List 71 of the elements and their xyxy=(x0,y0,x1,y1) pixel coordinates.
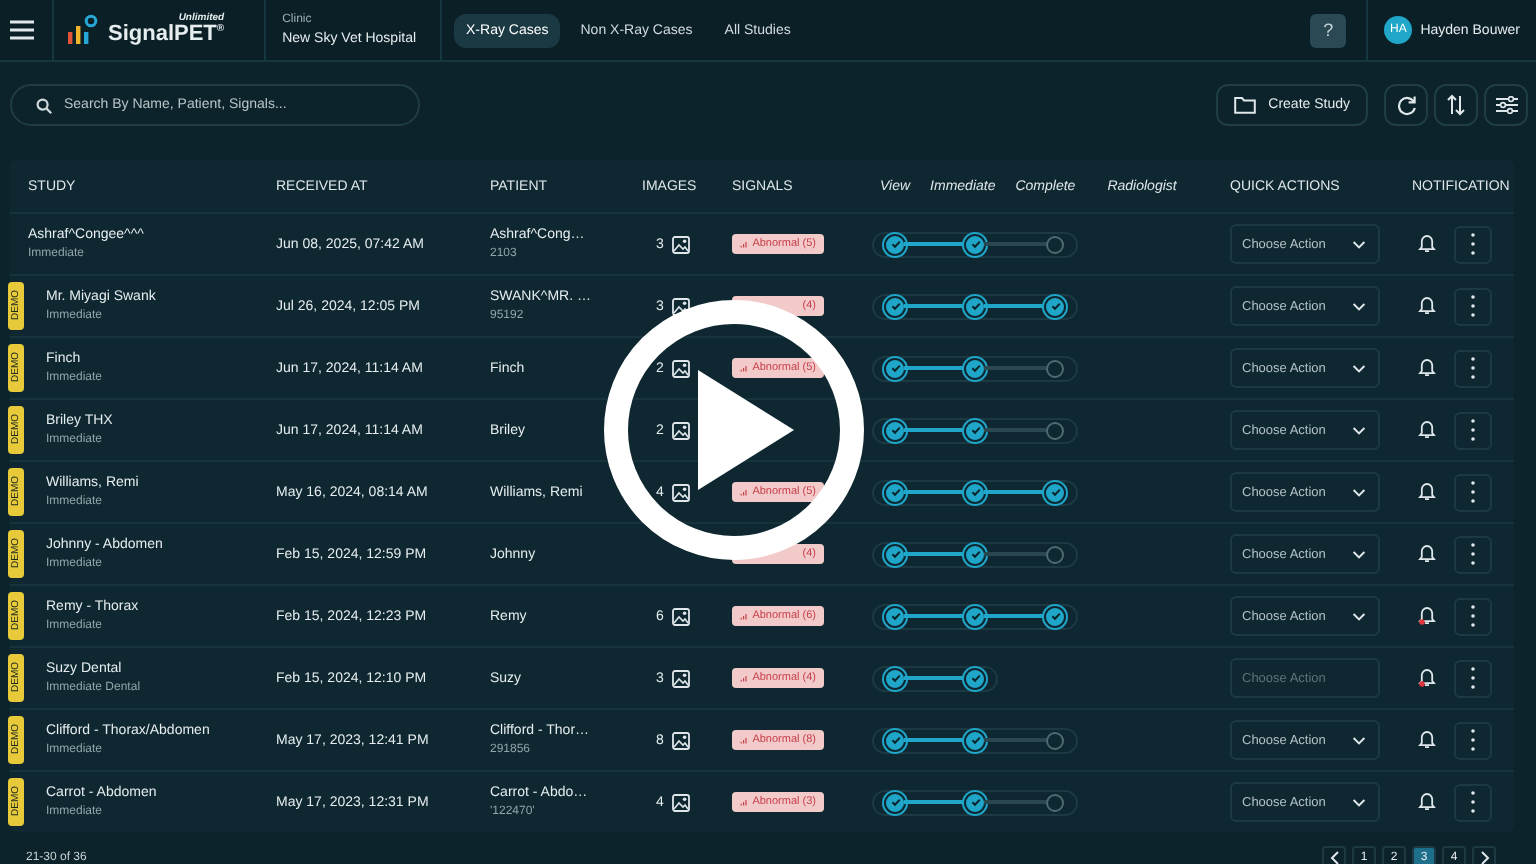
search-icon xyxy=(36,98,52,114)
image-icon xyxy=(671,235,690,253)
image-icon xyxy=(671,359,690,377)
kebab-menu-icon xyxy=(1470,480,1476,504)
more-button[interactable] xyxy=(1454,349,1492,387)
kebab-menu-icon xyxy=(1470,418,1476,442)
kebab-menu-icon xyxy=(1470,666,1476,690)
signal-bars-icon xyxy=(740,238,749,250)
kebab-menu-icon xyxy=(1470,728,1476,752)
bell-icon[interactable] xyxy=(1418,544,1436,564)
filter-button[interactable] xyxy=(1484,84,1528,126)
more-button[interactable] xyxy=(1454,287,1492,325)
signal-bars-icon xyxy=(740,734,749,746)
more-button[interactable] xyxy=(1454,411,1492,449)
chevron-down-icon xyxy=(1352,611,1366,621)
more-button[interactable] xyxy=(1454,597,1492,635)
signal-bars-icon xyxy=(740,486,749,498)
kebab-menu-icon xyxy=(1470,294,1476,318)
more-button[interactable] xyxy=(1454,783,1492,821)
sort-button[interactable] xyxy=(1434,84,1478,126)
bell-icon[interactable] xyxy=(1418,420,1436,440)
bell-icon[interactable] xyxy=(1418,792,1436,812)
bell-alert-icon[interactable] xyxy=(1418,668,1436,688)
signal-bars-icon xyxy=(740,672,749,684)
help-button[interactable]: ? xyxy=(1310,13,1347,47)
folder-icon xyxy=(1234,96,1257,114)
signal-bars-icon xyxy=(740,796,749,808)
kebab-menu-icon xyxy=(1470,542,1476,566)
sort-arrows-icon xyxy=(1446,94,1466,116)
more-button[interactable] xyxy=(1454,225,1492,263)
sliders-icon xyxy=(1495,96,1517,114)
bell-icon[interactable] xyxy=(1418,730,1436,750)
kebab-menu-icon xyxy=(1470,232,1476,256)
chevron-down-icon xyxy=(1352,735,1366,745)
chevron-down-icon xyxy=(1352,549,1366,559)
signal-bars-icon xyxy=(740,610,749,622)
logo-name: SignalPET$^{®}$ xyxy=(108,24,225,46)
image-icon xyxy=(671,669,690,687)
chevron-down-icon xyxy=(1352,797,1366,807)
chevron-down-icon xyxy=(1352,487,1366,497)
logo-icon xyxy=(66,14,98,46)
bell-icon[interactable] xyxy=(1418,296,1436,316)
image-icon xyxy=(671,483,690,501)
bell-icon[interactable] xyxy=(1418,234,1436,254)
bell-alert-icon[interactable] xyxy=(1418,606,1436,626)
kebab-menu-icon xyxy=(1470,604,1476,628)
chevron-down-icon xyxy=(1352,425,1366,435)
more-button[interactable] xyxy=(1454,659,1492,697)
more-button[interactable] xyxy=(1454,535,1492,573)
more-button[interactable] xyxy=(1454,721,1492,759)
chevron-right-icon xyxy=(1479,850,1489,864)
chevron-down-icon xyxy=(1352,301,1366,311)
refresh-icon xyxy=(1395,94,1417,116)
next-page-button[interactable] xyxy=(1472,846,1496,864)
chevron-left-icon xyxy=(1329,850,1339,864)
chevron-down-icon xyxy=(1352,363,1366,373)
chevron-down-icon xyxy=(1352,239,1366,249)
more-button[interactable] xyxy=(1454,473,1492,511)
kebab-menu-icon xyxy=(1470,790,1476,814)
refresh-button[interactable] xyxy=(1384,84,1428,126)
image-icon xyxy=(671,607,690,625)
signal-bars-icon xyxy=(740,362,749,374)
image-icon xyxy=(671,793,690,811)
kebab-menu-icon xyxy=(1470,356,1476,380)
bell-icon[interactable] xyxy=(1418,482,1436,502)
image-icon xyxy=(671,731,690,749)
image-icon xyxy=(671,297,690,315)
image-icon xyxy=(671,421,690,439)
previous-page-button[interactable] xyxy=(1322,846,1346,864)
bell-icon[interactable] xyxy=(1418,358,1436,378)
menu-icon[interactable] xyxy=(10,20,34,40)
